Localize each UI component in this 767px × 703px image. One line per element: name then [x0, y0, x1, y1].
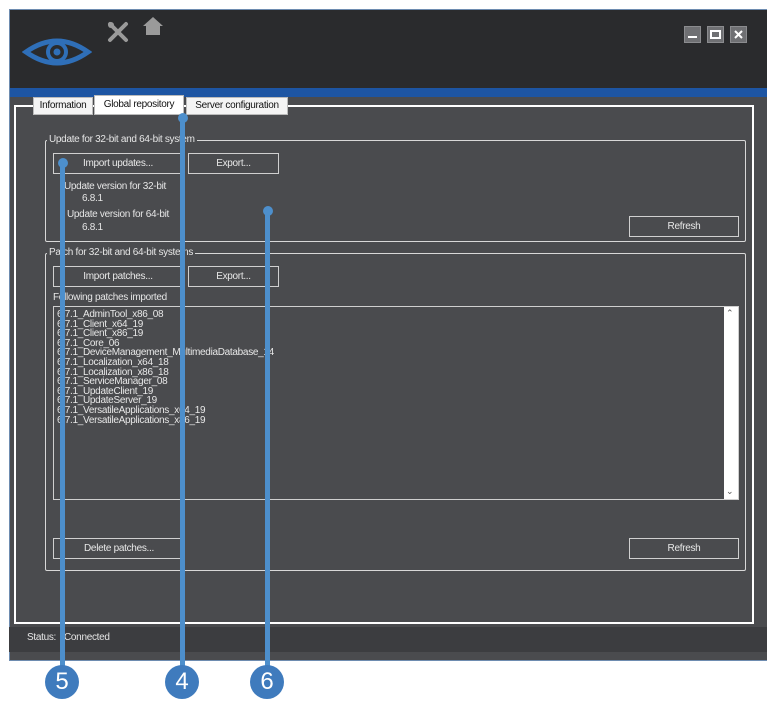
- callout-dot-6: [263, 206, 273, 216]
- update-version-64-label: Update version for 64-bit: [67, 209, 170, 220]
- status-label: Status:: [27, 632, 57, 643]
- maximize-button[interactable]: [707, 26, 724, 43]
- callout-5: 5: [45, 665, 79, 699]
- export-updates-button[interactable]: Export...: [188, 153, 279, 174]
- update-group-title: Update for 32-bit and 64-bit system: [47, 134, 197, 145]
- refresh-patches-button[interactable]: Refresh: [629, 538, 739, 559]
- eye-logo-icon: [22, 38, 92, 66]
- minimize-button[interactable]: [684, 26, 701, 43]
- minimize-icon: [688, 36, 697, 38]
- patch-list[interactable]: 6.7.1_AdminTool_x86_08 6.7.1_Client_x64_…: [53, 306, 739, 500]
- callout-line-4: [180, 118, 185, 672]
- callout-4: 4: [165, 665, 199, 699]
- tab-server-configuration[interactable]: Server configuration: [186, 97, 288, 115]
- list-item[interactable]: 6.7.1_AdminTool_x86_08: [54, 310, 714, 320]
- tools-icon[interactable]: [106, 20, 130, 44]
- scroll-up-icon[interactable]: ⌃: [726, 308, 734, 319]
- tab-global-repository[interactable]: Global repository: [94, 95, 184, 115]
- scroll-down-icon[interactable]: ⌄: [726, 486, 734, 497]
- import-updates-button[interactable]: Import updates...: [53, 153, 183, 174]
- list-item[interactable]: 6.7.1_Client_x64_19: [54, 319, 714, 330]
- list-item[interactable]: 6.7.1_ServiceManager_08: [54, 377, 714, 387]
- maximize-icon: [710, 30, 721, 39]
- close-icon: [734, 30, 743, 39]
- list-item[interactable]: 6.7.1_Client_x86_19: [54, 329, 714, 339]
- callout-dot-4: [178, 113, 188, 123]
- refresh-updates-button[interactable]: Refresh: [629, 216, 739, 237]
- callout-line-6: [265, 211, 270, 672]
- callout-6: 6: [250, 665, 284, 699]
- status-bar: Status: Connected: [9, 627, 767, 652]
- update-version-32-label: Update version for 32-bit: [64, 181, 167, 192]
- patch-list-label: Following patches imported: [53, 292, 167, 303]
- home-icon[interactable]: [142, 16, 164, 36]
- close-button[interactable]: [730, 26, 747, 43]
- delete-patches-button[interactable]: Delete patches...: [53, 538, 185, 559]
- patch-list-items: 6.7.1_AdminTool_x86_08 6.7.1_Client_x64_…: [54, 310, 714, 425]
- callout-dot-5: [58, 158, 68, 168]
- patch-list-scrollbar[interactable]: ⌃ ⌄: [724, 307, 738, 499]
- update-version-32-value: 6.8.1: [82, 193, 103, 204]
- update-version-64-value: 6.8.1: [82, 222, 103, 233]
- patch-group-title: Patch for 32-bit and 64-bit systems: [47, 247, 196, 258]
- list-item[interactable]: 6.7.1_VersatileApplications_x86_19: [54, 415, 714, 426]
- status-value: Connected: [64, 632, 110, 643]
- callout-line-5: [60, 162, 65, 672]
- tab-information[interactable]: Information: [33, 97, 93, 115]
- title-bar: [10, 10, 767, 88]
- import-patches-button[interactable]: Import patches...: [53, 266, 183, 287]
